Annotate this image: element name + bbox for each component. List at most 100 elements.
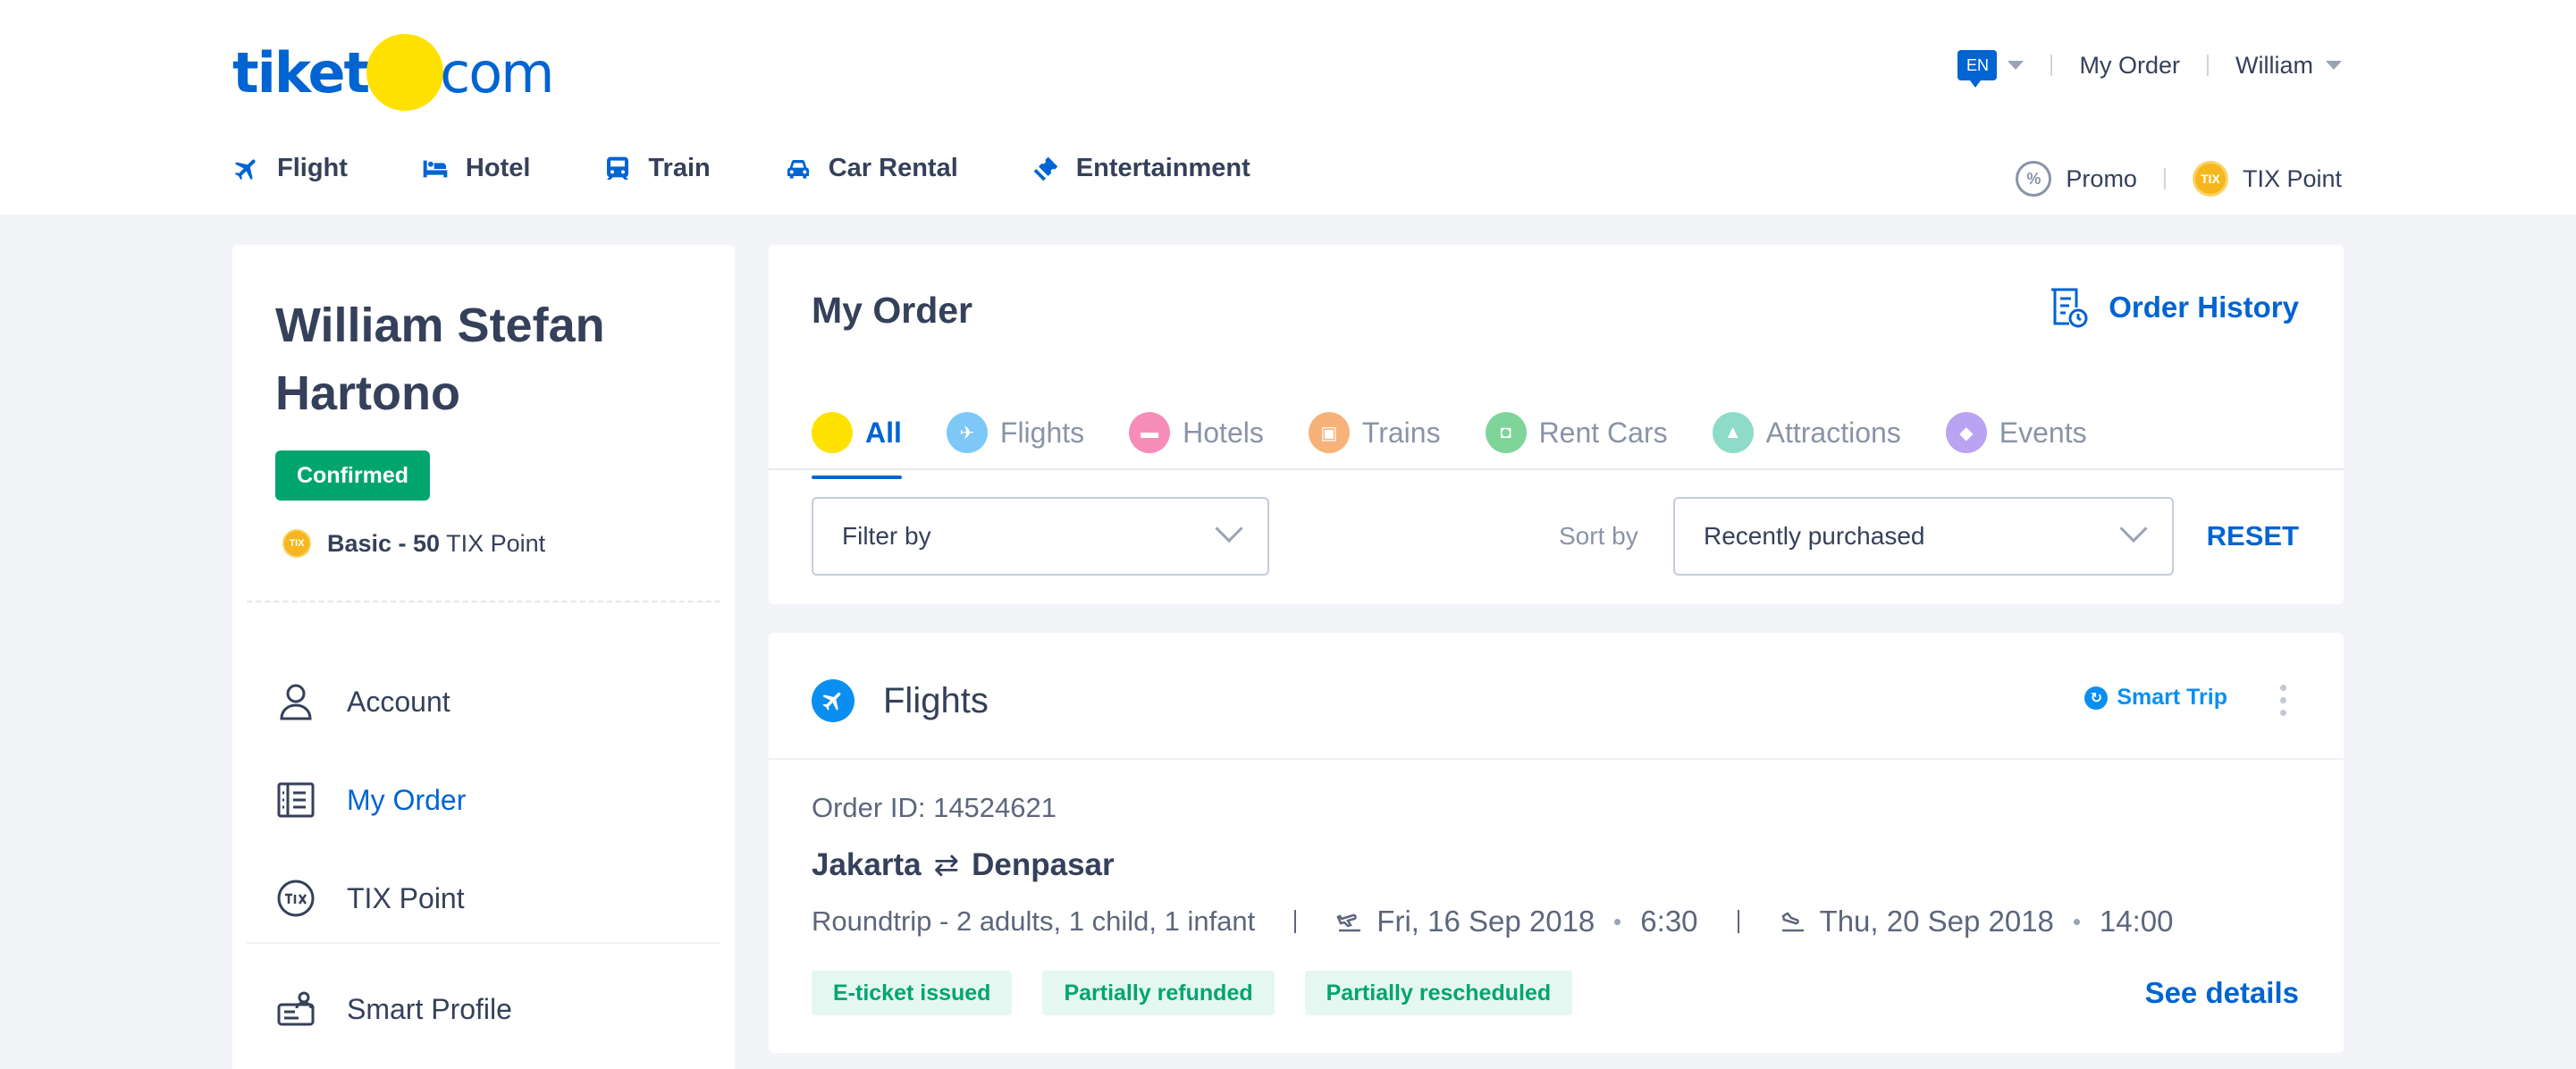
divider <box>247 942 720 944</box>
ticket-icon <box>1033 156 1058 181</box>
tab-label: Events <box>1999 416 2087 449</box>
sort-label: Sort by <box>1559 522 1638 550</box>
tab-all[interactable]: All <box>812 388 902 479</box>
tab-attractions[interactable]: ▲ Attractions <box>1712 388 1901 477</box>
tab-flights[interactable]: ✈ Flights <box>946 388 1084 477</box>
divider <box>247 601 720 602</box>
plane-icon: ✈ <box>946 412 988 453</box>
tier-unit: TIX Point <box>446 529 546 557</box>
return-date: Thu, 20 Sep 2018 <box>1819 905 2054 938</box>
sort-value: Recently purchased <box>1704 522 1925 550</box>
order-history-link[interactable]: Order History <box>2050 286 2299 329</box>
status-tags: E-ticket issued Partially refunded Parti… <box>812 971 1573 1015</box>
tab-label: All <box>865 416 902 449</box>
sidebar-menu: Account My Order TIX Point <box>275 652 704 947</box>
plane-icon <box>234 159 256 180</box>
order-history-label: Order History <box>2109 290 2299 324</box>
nav-car-rental-label: Car Rental <box>828 154 958 182</box>
top-right-menu: EN My Order William <box>1957 50 2342 88</box>
tier-text: Basic - 50 TIX Point <box>327 530 545 558</box>
sidebar-item-label: Smart Profile <box>347 992 512 1025</box>
route-destination: Denpasar <box>972 847 1115 882</box>
sidebar-item-account[interactable]: Account <box>275 652 704 751</box>
departure-date: Fri, 16 Sep 2018 <box>1376 905 1595 938</box>
flight-order-card: Flights ↻ Smart Trip Order ID: 14524621 … <box>769 633 2344 1053</box>
smart-profile-icon <box>275 989 316 1030</box>
see-details-link[interactable]: See details <box>2145 976 2299 1010</box>
logo-text-right: com <box>440 39 554 105</box>
tix-coin-icon: TIX <box>282 529 311 558</box>
filter-dropdown[interactable]: Filter by <box>812 497 1269 576</box>
divider <box>2207 55 2209 76</box>
sidebar-item-smart-profile[interactable]: Smart Profile <box>275 960 704 1058</box>
sidebar-item-my-order[interactable]: My Order <box>275 751 704 849</box>
nav-hotel[interactable]: Hotel <box>421 154 531 183</box>
nav-flight[interactable]: Flight <box>232 154 348 183</box>
divider <box>769 758 2344 760</box>
tab-events[interactable]: ◆ Events <box>1945 388 2087 477</box>
sidebar-smart-profile: Smart Profile <box>275 960 704 1058</box>
divider <box>2050 55 2053 76</box>
takeoff-icon <box>1336 913 1361 932</box>
tab-trains[interactable]: ▣ Trains <box>1308 388 1441 477</box>
departure-info: Fri, 16 Sep 2018 6:30 <box>1335 905 1698 939</box>
smart-trip-button[interactable]: ↻ Smart Trip <box>2084 685 2227 711</box>
tab-hotels[interactable]: ▬ Hotels <box>1129 388 1264 477</box>
sidebar-item-tix-point[interactable]: TIX Point <box>275 849 704 947</box>
tab-label: Rent Cars <box>1538 416 1668 449</box>
status-tag: E-ticket issued <box>812 971 1013 1015</box>
nav-entertainment[interactable]: Entertainment <box>1031 154 1250 183</box>
nav-hotel-label: Hotel <box>465 154 531 182</box>
logo-dot <box>366 34 444 111</box>
status-badge: Confirmed <box>275 450 430 501</box>
tiket-logo[interactable]: tiket com <box>232 32 555 113</box>
nav-car-rental[interactable]: Car Rental <box>784 154 958 183</box>
tix-point-link[interactable]: TIX TIX Point <box>2192 161 2342 197</box>
divider <box>1294 910 1297 933</box>
sidebar-item-label: Account <box>347 685 450 718</box>
more-options-icon[interactable] <box>2280 685 2286 716</box>
divider <box>1737 910 1739 933</box>
dot-separator <box>2073 918 2080 925</box>
tab-rent-cars[interactable]: ◘ Rent Cars <box>1485 388 1668 477</box>
tix-icon <box>275 878 316 919</box>
order-category-tabs: All ✈ Flights ▬ Hotels ▣ Trains ◘ Rent C… <box>812 388 2087 479</box>
trip-info: Roundtrip - 2 adults, 1 child, 1 infant … <box>812 905 2174 939</box>
tab-label: Trains <box>1361 416 1441 449</box>
ticket-icon: ◆ <box>1945 412 1987 453</box>
bed-icon <box>423 160 448 177</box>
user-menu[interactable]: William <box>2235 52 2342 80</box>
all-dot-icon <box>812 412 853 453</box>
car-icon: ◘ <box>1485 412 1527 453</box>
reset-button[interactable]: RESET <box>2207 520 2299 552</box>
route-origin: Jakarta <box>812 847 922 882</box>
nav-train[interactable]: Train <box>603 154 711 183</box>
order-history-icon <box>2051 288 2088 328</box>
nav-flight-label: Flight <box>277 154 348 182</box>
product-nav: Flight Hotel Train Car Rental Entertainm… <box>232 154 1250 183</box>
tab-label: Attractions <box>1765 416 1901 449</box>
sort-dropdown[interactable]: Recently purchased <box>1673 497 2174 576</box>
order-id: Order ID: 14524621 <box>812 792 1057 823</box>
top-header: tiket com EN My Order William Flight Hot… <box>0 0 2576 215</box>
tier-level: Basic - 50 <box>327 529 441 557</box>
promo-link[interactable]: % Promo <box>2016 161 2137 197</box>
user-icon <box>275 681 316 722</box>
language-selector[interactable]: EN <box>1957 50 2025 88</box>
attraction-icon: ▲ <box>1712 412 1754 453</box>
my-order-link[interactable]: My Order <box>2079 52 2180 80</box>
language-badge: EN <box>1957 50 1998 88</box>
plane-icon <box>812 679 854 722</box>
status-tag: Partially rescheduled <box>1304 971 1573 1015</box>
chevron-down-icon <box>2326 61 2342 70</box>
train-icon: ▣ <box>1308 412 1350 453</box>
chevron-down-icon <box>2008 61 2025 70</box>
flight-section-header: Flights <box>812 679 989 722</box>
chevron-down-icon <box>1215 514 1243 543</box>
divider <box>2163 168 2166 189</box>
swap-arrows-icon: ⇄ <box>933 848 960 882</box>
sidebar-item-label: TIX Point <box>347 881 465 914</box>
smart-trip-icon: ↻ <box>2084 686 2109 710</box>
tix-coin-icon: TIX <box>2192 161 2228 197</box>
promo-label: Promo <box>2066 164 2137 192</box>
